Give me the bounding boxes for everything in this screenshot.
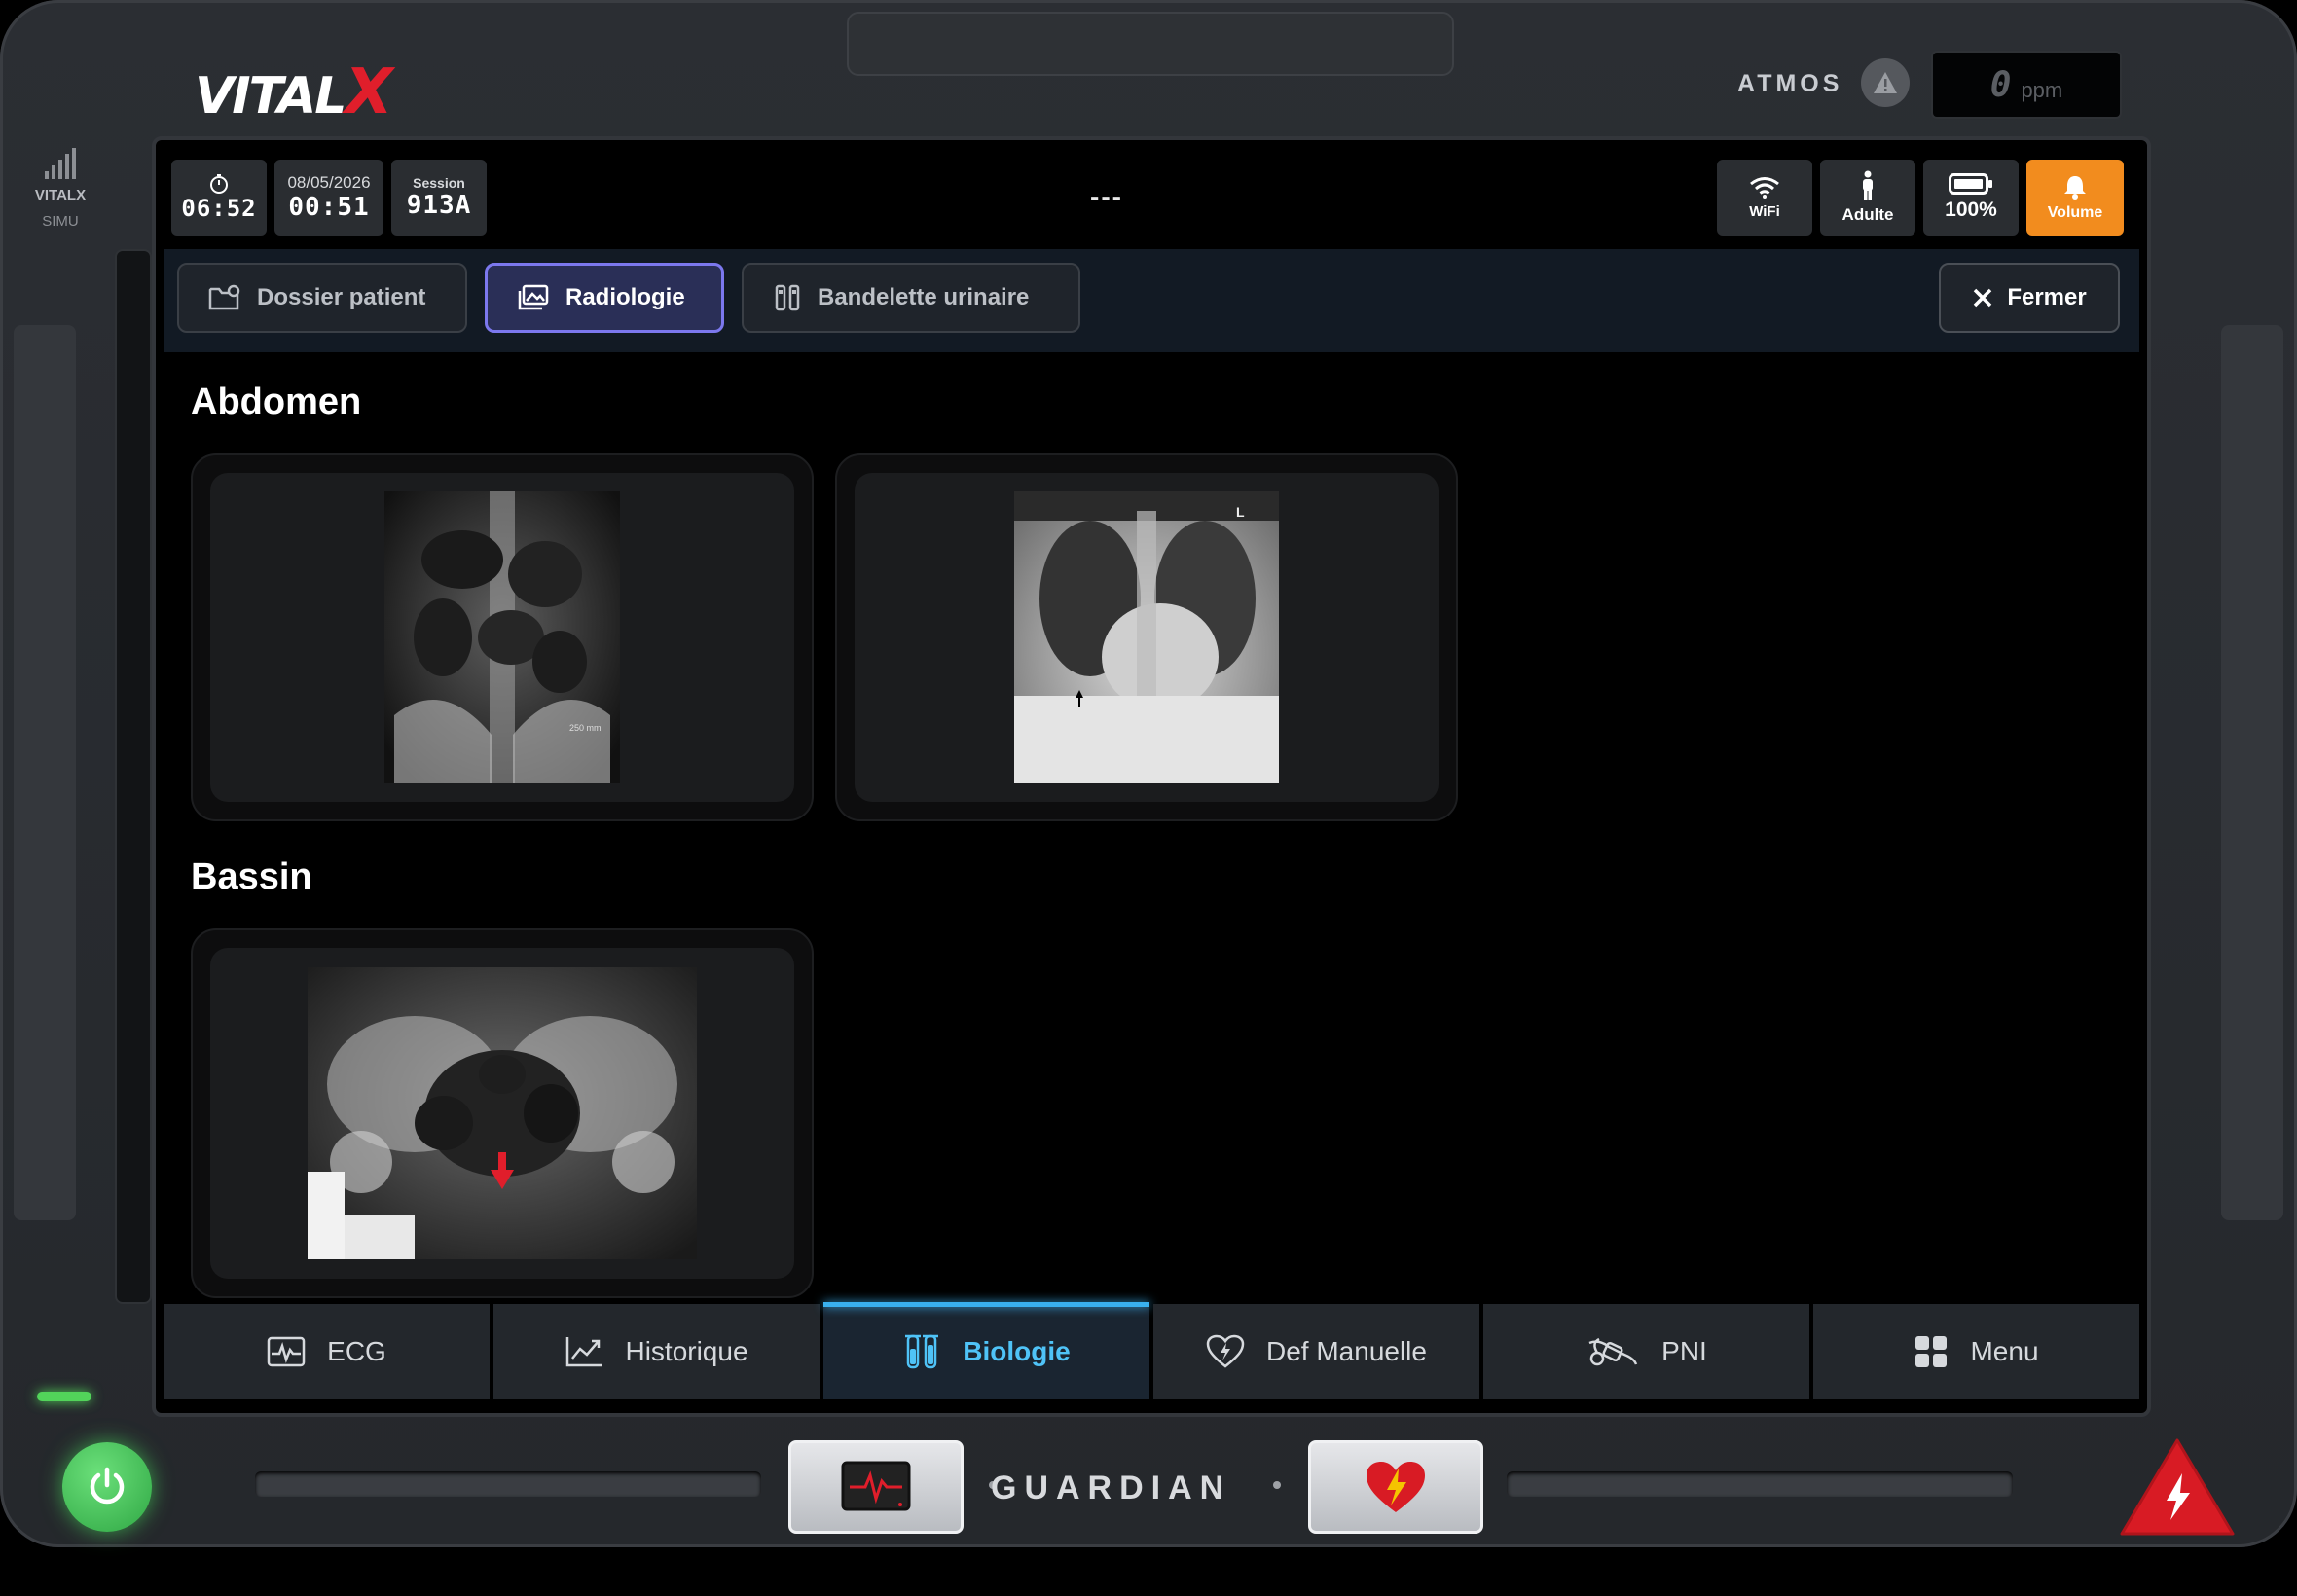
images-icon bbox=[518, 284, 549, 310]
tab-bandelette-urinaire[interactable]: Bandelette urinaire bbox=[742, 263, 1080, 333]
right-side-rail bbox=[2221, 325, 2283, 1220]
ppm-value: 0 bbox=[1989, 64, 2012, 105]
tab-label: Radiologie bbox=[565, 284, 685, 310]
patient-type-label: Adulte bbox=[1841, 205, 1894, 224]
trend-chart-icon bbox=[566, 1337, 602, 1367]
power-button[interactable] bbox=[62, 1442, 152, 1532]
right-grip bbox=[1507, 1471, 2013, 1497]
monitor-mode-button[interactable] bbox=[788, 1440, 964, 1534]
volume-tile[interactable]: Volume bbox=[2026, 160, 2124, 236]
left-mode: SIMU bbox=[42, 213, 79, 230]
wifi-icon bbox=[1750, 176, 1779, 199]
status-led bbox=[37, 1392, 91, 1401]
close-label: Fermer bbox=[2007, 284, 2087, 310]
status-bar: 06:52 08/05/2026 00:51 Session 913A --- … bbox=[156, 140, 2147, 249]
close-icon bbox=[1974, 288, 1992, 308]
nav-label: ECG bbox=[327, 1336, 386, 1366]
grid-menu-icon bbox=[1915, 1336, 1948, 1367]
nav-menu[interactable]: Menu bbox=[1813, 1304, 2139, 1399]
tab-bar: Dossier patient Radiologie Bandelette ur… bbox=[164, 249, 2139, 352]
xray-scale-label: 250 mm bbox=[569, 723, 602, 733]
timer-tile: 06:52 bbox=[171, 160, 267, 236]
battery-icon bbox=[1949, 173, 1992, 195]
guardian-label: GUARDIAN bbox=[991, 1469, 1232, 1506]
left-status-panel: VITALX SIMU bbox=[29, 146, 91, 230]
tab-dossier-patient[interactable]: Dossier patient bbox=[177, 263, 467, 333]
left-side-rail bbox=[14, 325, 76, 1220]
monitor-ecg-icon bbox=[841, 1461, 911, 1511]
tab-label: Dossier patient bbox=[257, 284, 426, 310]
battery-tile: 100% bbox=[1923, 160, 2019, 236]
wifi-tile[interactable]: WiFi bbox=[1717, 160, 1812, 236]
nav-label: Menu bbox=[1970, 1336, 2039, 1366]
divider-dot bbox=[1273, 1481, 1281, 1489]
session-id: 913A bbox=[406, 191, 472, 220]
bottom-nav: ECG Historique Biologie Def Manuelle PNI… bbox=[164, 1302, 2139, 1399]
test-tubes-icon bbox=[905, 1334, 939, 1369]
time-value: 00:51 bbox=[288, 193, 370, 222]
defib-mode-button[interactable] bbox=[1308, 1440, 1483, 1534]
close-button[interactable]: Fermer bbox=[1939, 263, 2120, 333]
patient-type-tile[interactable]: Adulte bbox=[1820, 160, 1915, 236]
shock-bolt-icon bbox=[2120, 1438, 2235, 1536]
nav-label: Def Manuelle bbox=[1266, 1336, 1427, 1366]
section-title-abdomen: Abdomen bbox=[191, 381, 362, 422]
signal-bars-icon bbox=[29, 146, 91, 179]
monitor-device: VITALX ATMOS 0 ppm VITALX SIMU 06:52 08/… bbox=[0, 0, 2297, 1547]
blood-pressure-cuff-icon bbox=[1588, 1337, 1638, 1366]
left-brand: VITALX bbox=[34, 187, 87, 203]
xray-side-marker: L bbox=[1236, 504, 1245, 520]
nav-biologie[interactable]: Biologie bbox=[823, 1302, 1149, 1399]
shock-button[interactable] bbox=[2118, 1436, 2237, 1542]
left-grip bbox=[255, 1471, 761, 1497]
nav-label: Biologie bbox=[963, 1336, 1071, 1366]
tab-label: Bandelette urinaire bbox=[818, 284, 1030, 310]
heart-defib-icon bbox=[1206, 1334, 1245, 1368]
nav-historique[interactable]: Historique bbox=[493, 1304, 820, 1399]
ecg-icon bbox=[267, 1336, 306, 1367]
adult-person-icon bbox=[1863, 170, 1873, 200]
nav-def-manuelle[interactable]: Def Manuelle bbox=[1153, 1304, 1479, 1399]
xray-card-chest[interactable]: L bbox=[835, 453, 1458, 821]
section-title-bassin: Bassin bbox=[191, 856, 312, 897]
battery-label: 100% bbox=[1945, 199, 1997, 221]
heart-bolt-icon bbox=[1367, 1462, 1425, 1512]
left-slot bbox=[115, 249, 152, 1304]
test-strip-icon bbox=[775, 284, 800, 311]
nav-pni[interactable]: PNI bbox=[1483, 1304, 1809, 1399]
main-screen: 06:52 08/05/2026 00:51 Session 913A --- … bbox=[152, 136, 2151, 1417]
center-status-text: --- bbox=[1090, 181, 1123, 211]
xray-card-pelvis[interactable] bbox=[191, 928, 814, 1298]
ppm-display: 0 ppm bbox=[1931, 51, 2122, 119]
bell-icon bbox=[2064, 176, 2086, 200]
stopwatch-icon bbox=[210, 174, 228, 194]
wifi-label: WiFi bbox=[1749, 202, 1780, 220]
ppm-unit: ppm bbox=[2021, 78, 2063, 102]
datetime-tile: 08/05/2026 00:51 bbox=[274, 160, 383, 236]
atmos-label: ATMOS bbox=[1737, 70, 1843, 97]
tab-radiologie[interactable]: Radiologie bbox=[485, 263, 724, 333]
session-tile: Session 913A bbox=[391, 160, 487, 236]
warning-icon[interactable] bbox=[1861, 58, 1910, 107]
top-handle bbox=[847, 12, 1454, 76]
vitalx-logo: VITALX bbox=[195, 56, 393, 128]
chest-xray-image[interactable]: L bbox=[1014, 491, 1279, 783]
pelvis-xray-image[interactable] bbox=[308, 967, 697, 1259]
timer-value: 06:52 bbox=[181, 195, 257, 222]
date-value: 08/05/2026 bbox=[287, 173, 371, 192]
nav-label: PNI bbox=[1661, 1336, 1707, 1366]
folder-user-icon bbox=[208, 284, 240, 310]
power-icon bbox=[90, 1467, 125, 1505]
session-label: Session bbox=[413, 175, 465, 191]
nav-label: Historique bbox=[625, 1336, 748, 1366]
nav-ecg[interactable]: ECG bbox=[164, 1304, 490, 1399]
abdomen-xray-image[interactable]: 250 mm bbox=[384, 491, 620, 783]
xray-card-abdomen[interactable]: 250 mm bbox=[191, 453, 814, 821]
volume-label: Volume bbox=[2047, 204, 2103, 221]
